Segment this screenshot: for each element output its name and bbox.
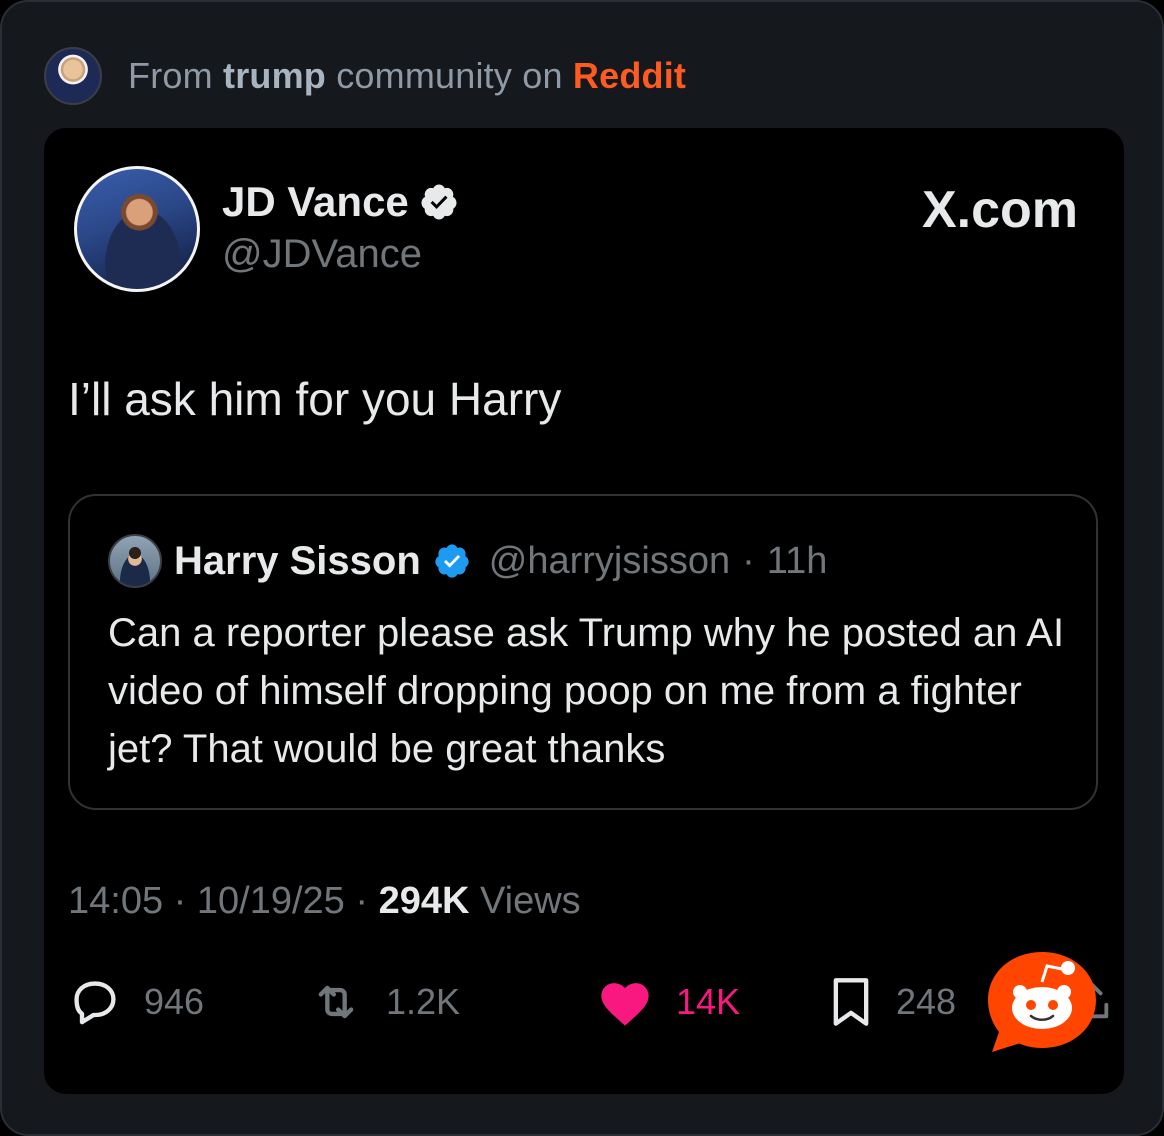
views-count: 294K — [378, 880, 470, 922]
quoted-tweet-text: Can a reporter please ask Trump why he p… — [108, 611, 1065, 771]
bookmark-button[interactable]: 248 — [828, 976, 956, 1028]
author-avatar[interactable] — [74, 166, 200, 292]
author-name-row: JD Vance — [222, 178, 459, 226]
like-count: 14K — [676, 981, 741, 1022]
reply-count: 946 — [144, 981, 205, 1022]
reply-button[interactable]: 946 — [68, 976, 204, 1028]
reddit-snoo-icon — [988, 952, 1096, 1052]
author-name[interactable]: JD Vance — [222, 178, 409, 226]
tweet-meta: 14:05 · 10/19/25 · 294K Views — [68, 880, 581, 923]
community-name[interactable]: trump — [223, 55, 326, 96]
bookmark-count: 248 — [896, 981, 957, 1022]
quoted-author-avatar[interactable] — [108, 534, 162, 588]
quoted-author-handle[interactable]: @harryjsisson — [489, 540, 730, 583]
platform-name[interactable]: Reddit — [573, 55, 686, 96]
tweet-card: JD Vance @JDVance X.com I’ll ask him for… — [44, 128, 1124, 1094]
like-button[interactable]: 14K — [596, 976, 740, 1028]
meta-separator: · — [173, 880, 187, 922]
verified-badge-icon — [421, 184, 457, 220]
site-label: X.com — [921, 181, 1078, 239]
repost-button[interactable]: 1.2K — [308, 976, 460, 1028]
tweet-time[interactable]: 14:05 — [68, 880, 163, 922]
quoted-author-name[interactable]: Harry Sisson — [174, 539, 421, 584]
views-label: Views — [479, 880, 581, 922]
source-text: From trump community on Reddit — [128, 55, 686, 97]
heart-icon — [601, 983, 649, 1026]
author-handle[interactable]: @JDVance — [222, 232, 422, 277]
community-avatar[interactable] — [44, 47, 102, 105]
repost-icon — [318, 985, 354, 1019]
reply-icon — [74, 981, 116, 1025]
source-prefix: From — [128, 55, 213, 96]
meta-separator: · — [355, 880, 369, 922]
quoted-tweet-header: Harry Sisson @harryjsisson · 11h — [108, 534, 827, 588]
verified-badge-icon — [435, 544, 469, 578]
screenshot-frame: From trump community on Reddit JD Vance … — [0, 0, 1164, 1136]
action-bar: 946 1.2K 14K 248 — [68, 976, 1109, 1028]
bookmark-icon — [833, 978, 869, 1026]
source-middle: community on — [336, 55, 563, 96]
quoted-separator: · — [742, 539, 755, 582]
quoted-age[interactable]: 11h — [767, 540, 828, 583]
source-line: From trump community on Reddit — [44, 46, 686, 106]
quoted-tweet[interactable]: Harry Sisson @harryjsisson · 11h Can a r… — [68, 494, 1098, 810]
tweet-date[interactable]: 10/19/25 — [197, 880, 345, 922]
repost-count: 1.2K — [386, 981, 461, 1022]
tweet-text: I’ll ask him for you Harry — [68, 373, 562, 425]
